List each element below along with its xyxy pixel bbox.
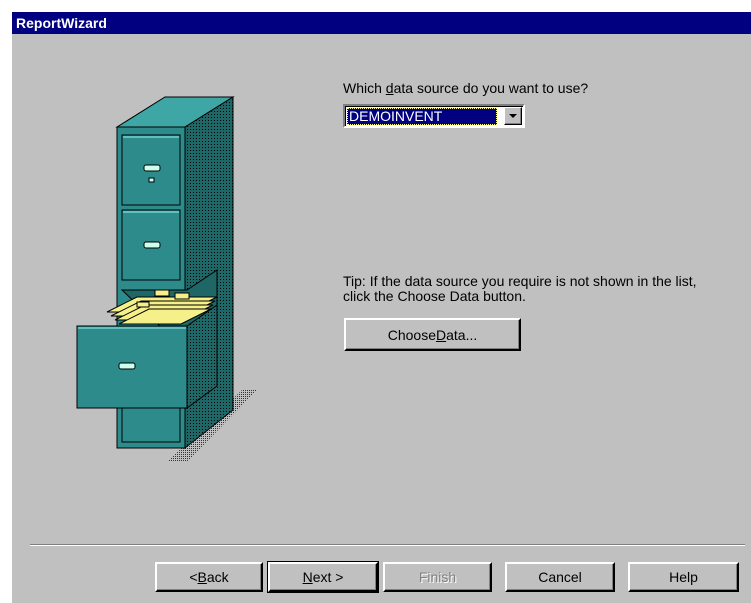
back-accelerator: B <box>197 569 207 585</box>
question-text-post: ata source do you want to use? <box>393 80 589 96</box>
title-bar[interactable]: ReportWizard <box>12 12 751 34</box>
button-separator <box>30 544 745 546</box>
choose-data-label-pre: Choose <box>387 326 436 343</box>
back-button[interactable]: < Back <box>155 562 263 592</box>
tip-text: Tip: If the data source you require is n… <box>343 273 697 304</box>
next-accelerator: N <box>302 569 313 585</box>
question-text-pre: Which <box>343 80 386 96</box>
next-button[interactable]: Next > <box>267 561 379 593</box>
data-source-selected[interactable]: DEMOINVENT <box>347 108 497 125</box>
help-button[interactable]: Help <box>628 562 739 592</box>
choose-data-label-post: ata... <box>446 326 478 343</box>
choose-data-accelerator: D <box>436 326 447 343</box>
chevron-down-icon <box>509 114 517 118</box>
cancel-button[interactable]: Cancel <box>505 562 615 592</box>
choose-data-button[interactable]: Choose Data... <box>344 318 521 351</box>
dialog-body: Which data source do you want to use? DE… <box>12 34 751 603</box>
question-accelerator: d <box>385 80 394 96</box>
back-label-pre: < <box>189 569 198 585</box>
data-source-combo[interactable]: DEMOINVENT <box>343 104 525 128</box>
back-label-post: ack <box>206 569 229 585</box>
data-source-question: Which data source do you want to use? <box>343 80 588 96</box>
next-label-post: ext > <box>312 569 344 585</box>
report-wizard-window: ReportWizard Which data source do you wa… <box>0 0 751 603</box>
filing-cabinet-illustration <box>76 96 257 462</box>
finish-button[interactable]: Finish <box>383 562 492 592</box>
combo-dropdown-button[interactable] <box>504 107 522 125</box>
window-title: ReportWizard <box>16 15 107 31</box>
